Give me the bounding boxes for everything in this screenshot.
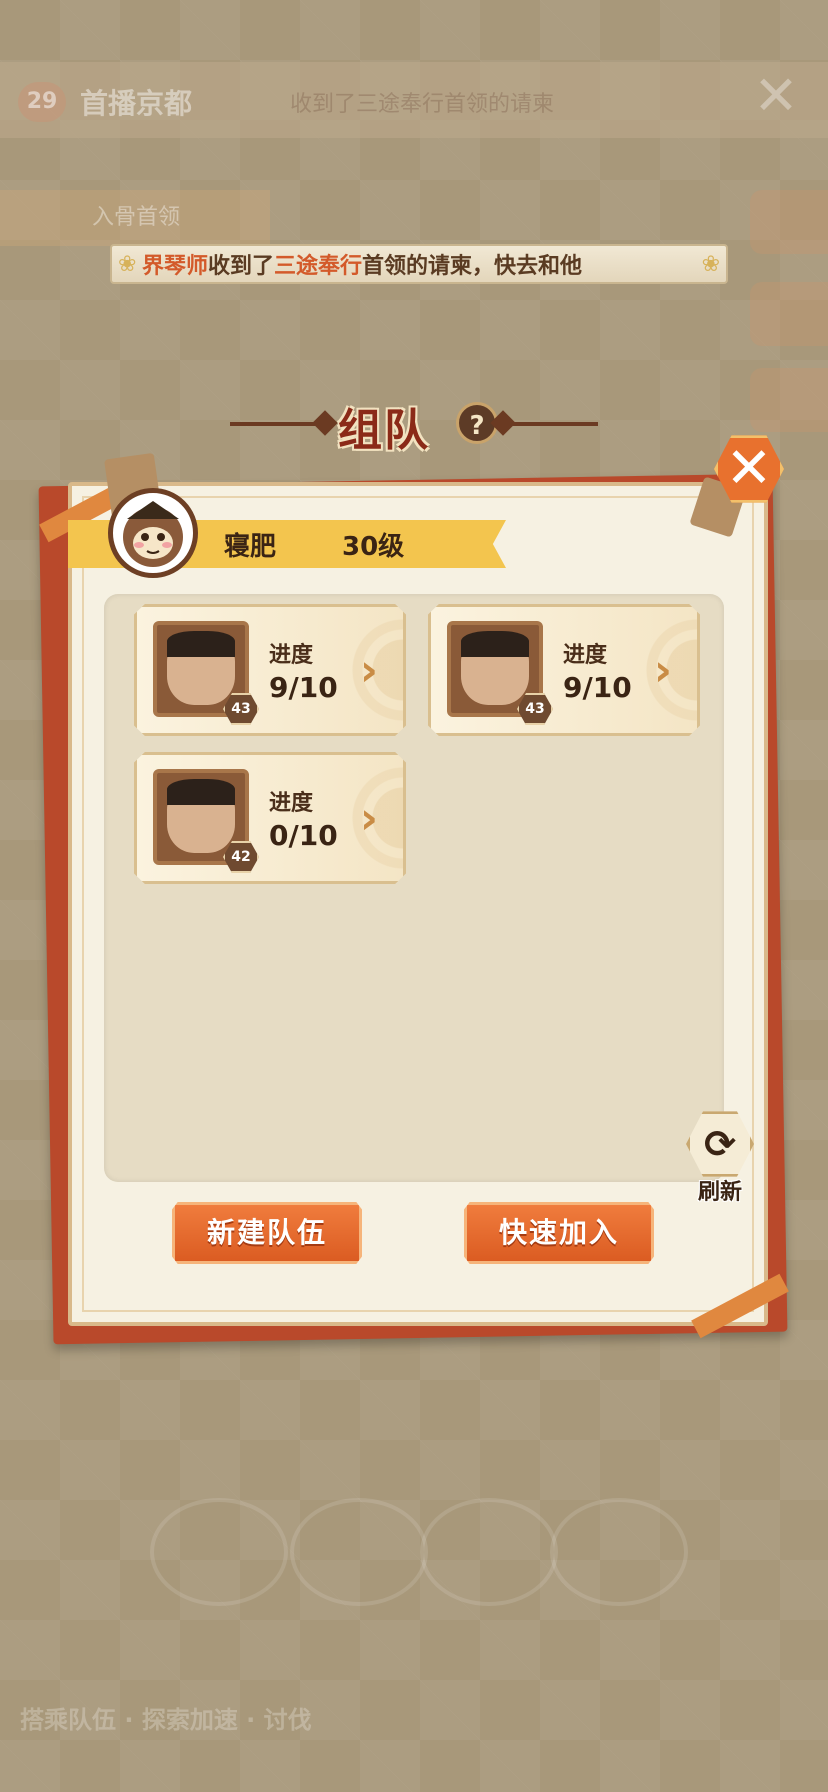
refresh-icon: ⟳ [686, 1111, 754, 1177]
avatar-hair [167, 631, 235, 657]
background-city-name: 首播京都 [80, 87, 193, 120]
title-ornament-line [498, 422, 598, 426]
background-message: 收到了三途奉行首领的请柬 [290, 92, 555, 117]
notice-player: 界琴师 [142, 254, 209, 279]
notice-ribbon: ❀ 界琴师 收到了 三途奉行 首领的请柬，快去和他 ❀ [110, 244, 728, 284]
player-avatar [108, 488, 198, 578]
background-side-button [750, 190, 828, 254]
dialog-title-bar: 组队 ? [220, 392, 608, 456]
background-circle [550, 1498, 688, 1606]
notice-boss: 三途奉行 [274, 254, 363, 279]
background-circle [150, 1498, 288, 1606]
avatar-hair [167, 779, 235, 805]
player-level: 30级 [342, 532, 405, 562]
flower-icon: ❀ [701, 252, 720, 277]
chevron-right-icon: › [653, 645, 673, 696]
title-ornament-diamond [312, 410, 338, 436]
chevron-right-icon: › [359, 793, 379, 844]
team-card[interactable]: 42 进度 0/10 › [134, 752, 406, 884]
team-card[interactable]: 43 进度 9/10 › [134, 604, 406, 736]
progress-label: 进度 [563, 643, 608, 668]
background-side-button [750, 368, 828, 432]
background-select: 入骨首领 [0, 190, 270, 246]
player-avatar-icon [123, 501, 183, 567]
notice-text-end: 首领的请柬，快去和他 [362, 254, 583, 279]
progress-value: 0/10 [269, 819, 338, 852]
dialog-title: 组队 [338, 405, 430, 456]
background-circle [290, 1498, 428, 1606]
background-close-icon: ✕ [753, 64, 799, 127]
background-circle [420, 1498, 558, 1606]
progress-value: 9/10 [269, 671, 338, 704]
new-team-button[interactable]: 新建队伍 [172, 1202, 362, 1264]
team-card[interactable]: 43 进度 9/10 › [428, 604, 700, 736]
chevron-right-icon: › [359, 645, 379, 696]
avatar-hair [461, 631, 529, 657]
quick-join-button[interactable]: 快速加入 [464, 1202, 654, 1264]
player-name: 寝肥 [224, 532, 277, 562]
background-bottom-text: 搭乘队伍 · 探索加速 · 讨伐 [20, 1706, 312, 1734]
refresh-button[interactable]: ⟳ 刷新 [678, 1110, 762, 1205]
progress-label: 进度 [269, 643, 314, 668]
notice-text: 收到了 [208, 254, 275, 279]
refresh-label: 刷新 [697, 1180, 742, 1205]
progress-label: 进度 [269, 791, 314, 816]
background-side-button [750, 282, 828, 346]
background-level-badge: 29 [18, 82, 66, 122]
flower-icon: ❀ [118, 252, 137, 277]
progress-value: 9/10 [563, 671, 632, 704]
